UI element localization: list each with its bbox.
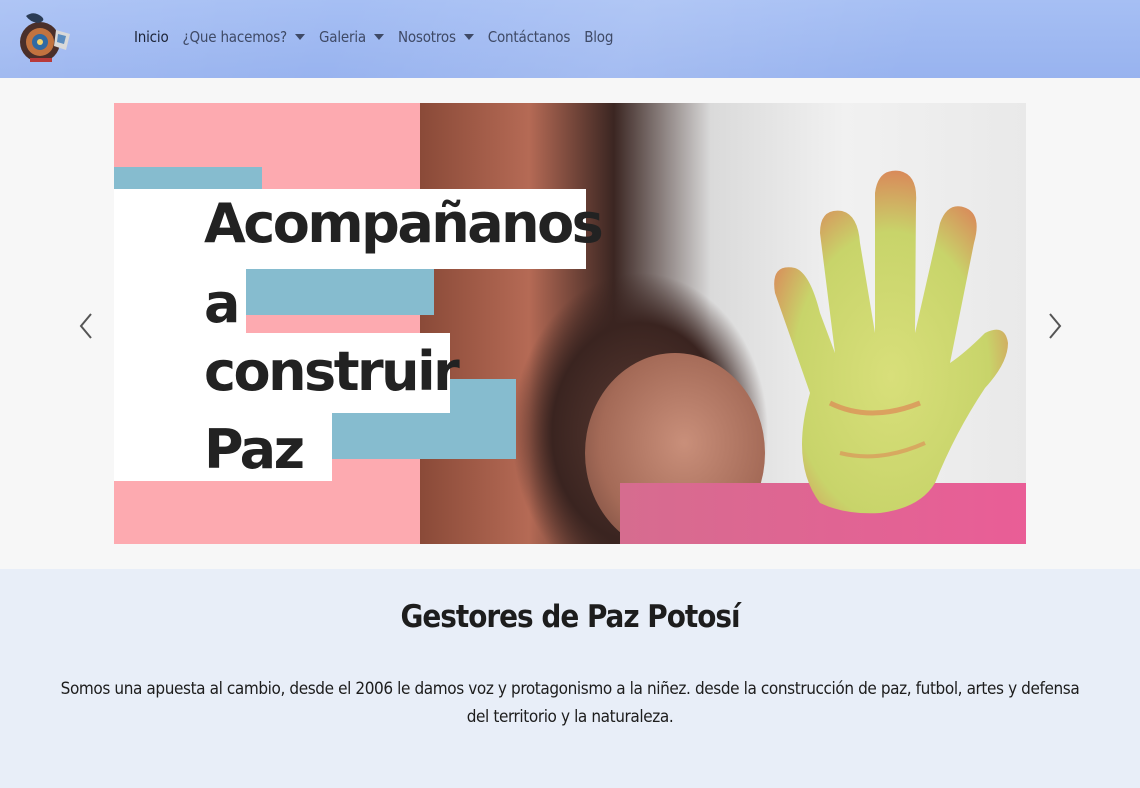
chevron-left-icon: [79, 313, 92, 339]
painted-hand-image: [774, 170, 1008, 514]
chevron-right-icon: [1049, 313, 1062, 339]
caret-down-icon: [373, 34, 384, 40]
nav-item-inicio[interactable]: Inicio: [134, 28, 169, 46]
carousel-prev-button[interactable]: [76, 311, 98, 341]
main-nav: Inicio ¿Que hacemos? Galeria Nosotros Co…: [134, 28, 627, 46]
headline-line: Acompañanos: [204, 192, 604, 255]
decor-blue-bar: [332, 413, 516, 459]
decor-blue-bar: [114, 167, 262, 189]
organization-logo-icon[interactable]: [16, 10, 72, 66]
nav-item-contactanos[interactable]: Contáctanos: [487, 28, 571, 46]
carousel-slide[interactable]: Acompañanos a construir Paz: [114, 103, 1026, 544]
nav-item-nosotros[interactable]: Nosotros: [398, 28, 474, 46]
nav-item-label: Nosotros: [397, 28, 456, 46]
nav-item-label: ¿Que hacemos?: [182, 28, 288, 46]
headline-line: construir: [204, 340, 460, 403]
headline-line: a: [204, 272, 240, 335]
nav-item-blog[interactable]: Blog: [584, 28, 613, 46]
nav-item-galeria[interactable]: Galeria: [319, 28, 384, 46]
hero-carousel: Acompañanos a construir Paz: [0, 78, 1140, 569]
carousel-next-button[interactable]: [1043, 311, 1065, 341]
caret-down-icon: [295, 34, 305, 40]
nav-item-label: Contáctanos: [487, 28, 571, 46]
decor-blue-bar: [246, 269, 434, 315]
intro-section: Gestores de Paz Potosí Somos una apuesta…: [0, 569, 1140, 788]
headline-line: Paz: [204, 418, 305, 481]
slide-photo-child-hand: [420, 103, 1026, 544]
nav-item-label: Inicio: [134, 28, 169, 46]
section-title: Gestores de Paz Potosí: [400, 599, 740, 635]
nav-item-label: Blog: [584, 28, 614, 46]
caret-down-icon: [463, 34, 474, 40]
nav-item-label: Galeria: [319, 28, 366, 46]
navbar: Inicio ¿Que hacemos? Galeria Nosotros Co…: [0, 0, 1140, 78]
nav-item-que-hacemos[interactable]: ¿Que hacemos?: [183, 28, 305, 46]
section-description: Somos una apuesta al cambio, desde el 20…: [60, 679, 1080, 727]
